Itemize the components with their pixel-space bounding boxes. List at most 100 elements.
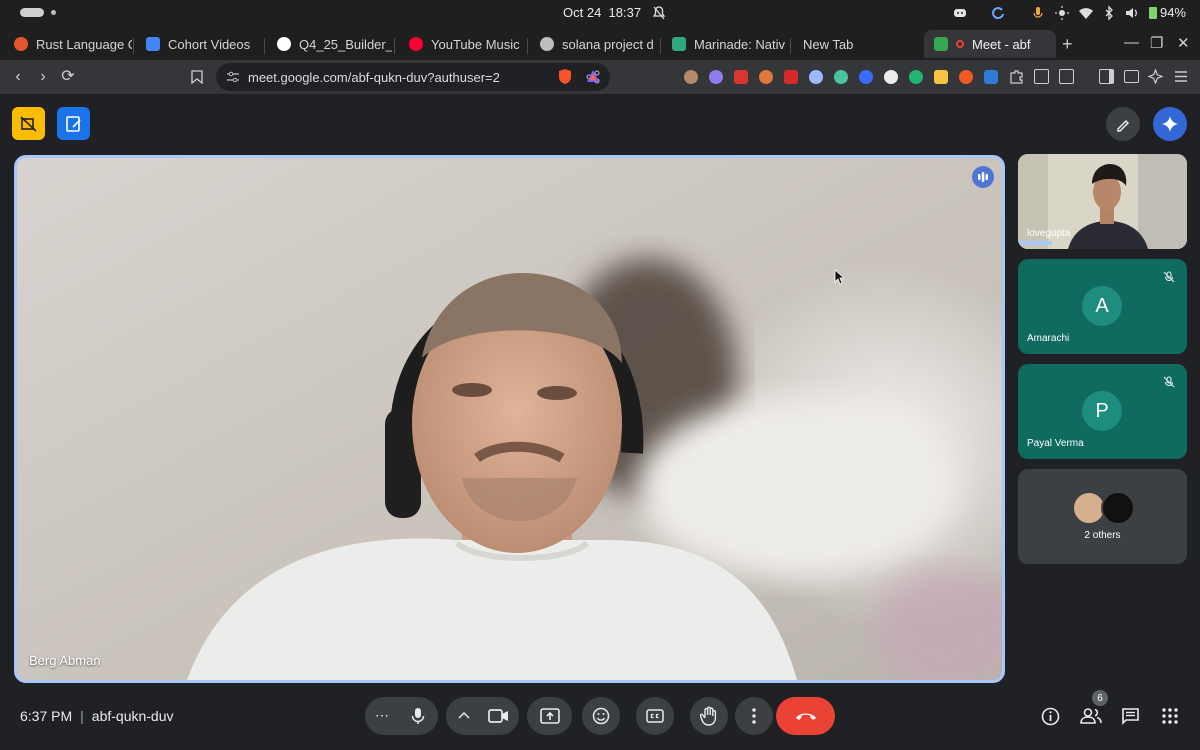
more-vert-icon [752, 708, 756, 724]
info-icon [1041, 707, 1059, 725]
meeting-details-button[interactable] [1040, 706, 1060, 726]
meeting-details: 6:37 PM | abf-qukn-duv [20, 708, 174, 724]
activities-button[interactable] [1160, 706, 1180, 726]
close-window-button[interactable]: ✕ [1177, 34, 1190, 52]
battery-icon [1148, 7, 1157, 19]
address-bar[interactable]: meet.google.com/abf-qukn-duv?authuser=2 [216, 63, 610, 91]
captions-button[interactable] [636, 697, 674, 735]
reactions-button[interactable] [582, 697, 620, 735]
present-screen-button[interactable] [527, 697, 572, 735]
emoji-icon [592, 707, 610, 725]
battery-indicator: 94% [1148, 5, 1186, 20]
chat-button[interactable] [1120, 706, 1140, 726]
more-options-button[interactable] [735, 697, 773, 735]
launcher-pill[interactable] [20, 8, 44, 17]
menu-icon[interactable] [1174, 70, 1188, 83]
participant-tile-amarachi[interactable]: A Amarachi [1018, 259, 1187, 354]
participant-name: Payal Verma [1027, 438, 1084, 449]
extension-icon[interactable] [709, 70, 723, 84]
participant-tile-lovegupta[interactable]: lovegupta [1018, 154, 1187, 249]
meeting-separator: | [80, 708, 84, 724]
browser-toolbar: ‹ › ⟳ meet.google.com/abf-qukn-duv?authu… [0, 60, 1200, 94]
rust-favicon-icon [14, 37, 28, 51]
brave-rewards-icon[interactable] [586, 69, 600, 83]
extension-icon[interactable] [909, 70, 923, 84]
status-dot-icon [51, 10, 56, 15]
audio-control-group: ⋯ [365, 697, 438, 735]
notifications-off-icon [652, 6, 666, 20]
tab-label: YouTube Music [431, 36, 520, 52]
tab-marinade[interactable]: Marinade: Nativ [662, 30, 788, 58]
people-icon [1080, 708, 1102, 724]
tab-divider [264, 38, 265, 54]
participant-tile-payal-verma[interactable]: P Payal Verma [1018, 364, 1187, 459]
wifi-icon [1079, 8, 1093, 19]
extension-icon[interactable] [759, 70, 773, 84]
microphone-icon[interactable] [411, 707, 425, 725]
system-status-bar: Oct 24 18:37 94% [0, 0, 1200, 26]
extension-icon[interactable] [834, 70, 848, 84]
extension-icon[interactable] [884, 70, 898, 84]
tab-solana-project[interactable]: solana project d [530, 30, 658, 58]
extension-icon[interactable] [809, 70, 823, 84]
extension-icon[interactable] [734, 70, 748, 84]
notes-button[interactable] [57, 107, 90, 140]
tab-divider [660, 38, 661, 54]
people-count-badge: 6 [1092, 690, 1108, 706]
reload-button[interactable]: ⟳ [58, 67, 78, 87]
chevron-up-icon[interactable] [458, 711, 470, 719]
audio-settings-icon[interactable]: ⋯ [375, 707, 389, 724]
solana-favicon-icon [540, 37, 554, 51]
raise-hand-button[interactable] [690, 697, 728, 735]
site-settings-icon[interactable] [226, 70, 240, 84]
leo-ai-icon[interactable] [1148, 69, 1163, 84]
tab-label: Cohort Videos [168, 36, 251, 52]
extension-icon[interactable] [859, 70, 873, 84]
main-speaker-tile[interactable]: Berg Abman [14, 155, 1005, 683]
extension-icon[interactable] [984, 70, 998, 84]
camera-icon[interactable] [488, 708, 510, 724]
wallet-icon[interactable] [1124, 70, 1139, 83]
edit-effects-button[interactable] [1106, 107, 1140, 141]
tab-meet-active[interactable]: Meet - abf [924, 30, 1056, 58]
take-notes-icon [65, 115, 81, 132]
tab-label: Rust Language C [36, 36, 132, 52]
recording-status-button[interactable] [12, 107, 45, 140]
restore-button[interactable]: ❐ [1150, 34, 1163, 52]
tab-search-icon[interactable] [1059, 69, 1074, 84]
back-button[interactable]: ‹ [8, 67, 28, 87]
extension-icon[interactable] [684, 70, 698, 84]
people-button[interactable] [1080, 706, 1102, 726]
leave-call-button[interactable] [776, 697, 835, 735]
forward-button[interactable]: › [33, 67, 53, 87]
brave-shield-icon[interactable] [558, 68, 572, 85]
bookmark-icon[interactable] [191, 70, 203, 84]
gemini-button[interactable] [1153, 107, 1187, 141]
tab-q4-builder[interactable]: Q4_25_Builder_ [267, 30, 392, 58]
sidebar-icon[interactable] [1099, 69, 1114, 84]
minimize-button[interactable]: — [1124, 34, 1139, 51]
tab-cohort-videos[interactable]: Cohort Videos [136, 30, 262, 58]
volume-icon [1126, 8, 1137, 18]
recording-indicator-icon [956, 40, 964, 48]
extension-icon[interactable] [784, 70, 798, 84]
extensions-puzzle-icon[interactable] [1009, 69, 1024, 84]
tab-new-tab[interactable]: New Tab [793, 30, 918, 58]
tab-rust-language[interactable]: Rust Language C [4, 30, 132, 58]
screenshot-icon[interactable] [1034, 69, 1049, 84]
mic-off-icon [1163, 376, 1175, 388]
tab-youtube-music[interactable]: YouTube Music [399, 30, 525, 58]
extension-icon[interactable] [959, 70, 973, 84]
raise-hand-icon [700, 706, 717, 726]
participant-name: Amarachi [1027, 333, 1070, 344]
meeting-code: abf-qukn-duv [91, 708, 174, 724]
participant-avatar: A [1082, 286, 1122, 326]
bluetooth-icon [1105, 5, 1113, 21]
youtube-music-favicon-icon [409, 37, 423, 51]
others-tile[interactable]: 2 others [1018, 469, 1187, 564]
speaking-indicator [972, 166, 994, 188]
main-speaker-name: Berg Abman [29, 653, 101, 668]
extension-icon[interactable] [934, 70, 948, 84]
meeting-controls-bar: 6:37 PM | abf-qukn-duv ⋯ [0, 686, 1200, 750]
new-tab-button[interactable]: + [1062, 34, 1073, 55]
